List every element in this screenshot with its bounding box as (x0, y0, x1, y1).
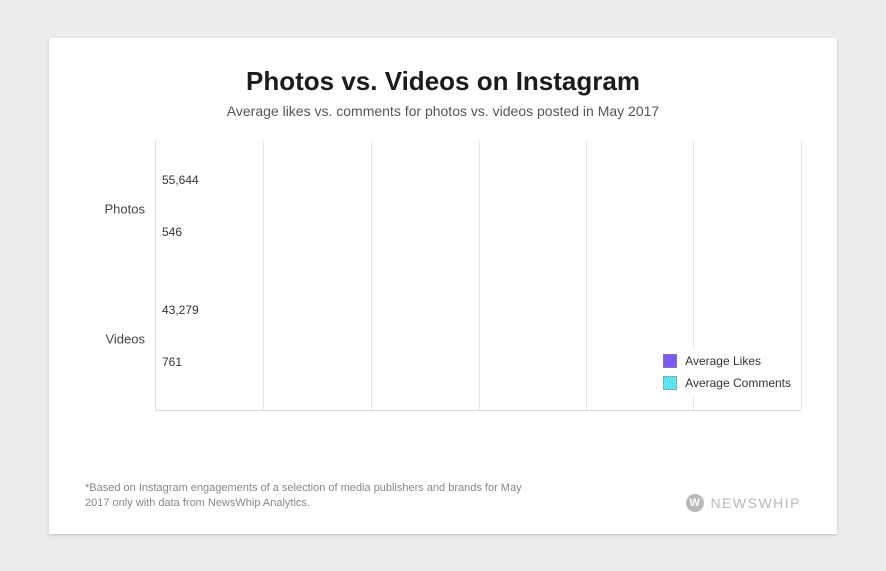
chart-subtitle: Average likes vs. comments for photos vs… (85, 103, 801, 119)
y-label-videos: Videos (105, 331, 145, 346)
value-label: 55,644 (162, 173, 199, 187)
gridline (801, 141, 802, 410)
gridline (371, 141, 372, 410)
y-axis-labels: Photos Videos (85, 141, 155, 411)
y-label-photos: Photos (105, 201, 145, 216)
swatch-comments-icon (663, 376, 677, 390)
legend-label: Average Likes (685, 354, 761, 368)
chart-card: Photos vs. Videos on Instagram Average l… (49, 38, 837, 534)
brand-name: NEWSWHIP (710, 495, 801, 511)
legend: Average Likes Average Comments (659, 348, 795, 396)
gridline (479, 141, 480, 410)
legend-item-likes: Average Likes (659, 352, 795, 370)
value-label: 761 (162, 355, 182, 369)
gridline (263, 141, 264, 410)
chart-grid: 55,644 546 43,279 761 Average Lik (155, 141, 801, 411)
brand: W NEWSWHIP (686, 494, 801, 512)
footer: *Based on Instagram engagements of a sel… (85, 461, 801, 512)
plot-area: Photos Videos 55,644 546 43,27 (85, 141, 801, 411)
value-label: 43,279 (162, 303, 199, 317)
brand-logo-icon: W (686, 494, 704, 512)
gridline (586, 141, 587, 410)
value-label: 546 (162, 225, 182, 239)
legend-label: Average Comments (685, 376, 791, 390)
footnote: *Based on Instagram engagements of a sel… (85, 481, 545, 512)
legend-item-comments: Average Comments (659, 374, 795, 392)
swatch-likes-icon (663, 354, 677, 368)
chart-title: Photos vs. Videos on Instagram (85, 66, 801, 97)
